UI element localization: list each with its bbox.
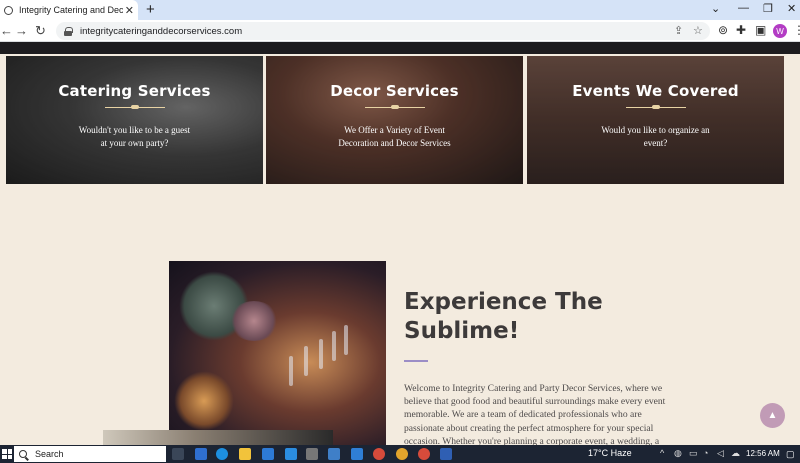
search-label: Search [35, 449, 64, 459]
scroll-to-top-button[interactable]: ▲ [760, 403, 785, 428]
restore-button[interactable]: ❐ [763, 2, 773, 15]
mail-icon[interactable] [285, 448, 297, 460]
chevron-down-icon[interactable]: ⌄ [711, 2, 720, 15]
weather-widget[interactable]: 17°C Haze [588, 448, 632, 458]
chevron-up-icon[interactable]: ^ [660, 448, 664, 458]
forward-button[interactable]: → [15, 23, 28, 38]
taskbar-search[interactable]: Search [14, 446, 166, 462]
window-close-button[interactable]: ✕ [787, 2, 796, 15]
card-events-covered[interactable]: Events We Covered Would you like to orga… [527, 56, 784, 184]
reload-button[interactable]: ↻ [35, 23, 46, 39]
banquet-table-image [169, 261, 386, 445]
search-icon [19, 450, 27, 458]
card-divider [104, 105, 165, 109]
card-title: Decor Services [330, 82, 459, 100]
widgets-icon[interactable] [195, 448, 207, 460]
wifi-icon[interactable]: ◔ [703, 448, 708, 458]
card-catering-services[interactable]: Catering Services Wouldn't you like to b… [6, 56, 263, 184]
menu-icon[interactable]: ⋮ [793, 23, 800, 37]
address-bar[interactable]: integritycateringanddecorservices.com ⇪ … [56, 22, 710, 40]
web-page: Catering Services Wouldn't you like to b… [0, 42, 800, 445]
app-icon-2[interactable] [328, 448, 340, 460]
card-text: Would you like to organize an event? [601, 125, 710, 148]
network-icon[interactable]: ◍ [674, 448, 682, 459]
title-underline [404, 360, 428, 362]
task-view-icon[interactable] [172, 448, 184, 460]
section-title: Experience The Sublime! [404, 289, 603, 344]
taskbar-clock[interactable]: 12:56 AM [746, 449, 780, 458]
card-text: We Offer a Variety of Event Decoration a… [338, 125, 451, 148]
close-icon[interactable]: ✕ [125, 4, 134, 17]
hero-strip [0, 42, 800, 54]
windows-start-icon[interactable] [2, 449, 12, 459]
tab-title: Integrity Catering and Decor Se [19, 5, 123, 15]
puzzle-icon[interactable]: ✚ [736, 23, 746, 37]
thumbnail-image [103, 430, 333, 445]
share-icon[interactable]: ⇪ [674, 24, 683, 37]
word-icon[interactable] [440, 448, 452, 460]
card-title: Catering Services [58, 82, 211, 100]
cloud-icon[interactable]: ☁ [731, 448, 740, 459]
battery-icon[interactable]: ▭ [689, 448, 698, 459]
chrome-icon[interactable] [373, 448, 385, 460]
store-icon[interactable] [262, 448, 274, 460]
browser-tab[interactable]: Integrity Catering and Decor Se ✕ [0, 0, 138, 20]
file-explorer-icon[interactable] [239, 448, 251, 460]
profile-avatar[interactable]: W [773, 24, 787, 38]
minimize-button[interactable]: — [738, 2, 749, 14]
card-divider [625, 105, 686, 109]
card-divider [364, 105, 425, 109]
lock-icon[interactable] [64, 26, 73, 36]
extension-badge-icon[interactable]: ⊚ [718, 23, 728, 37]
section-body-text: Welcome to Integrity Catering and Party … [404, 383, 666, 445]
taskbar: Search 17°C Haze ^ ◍ ▭ ◔ ◁ ☁ 12:56 AM ▢ [0, 445, 800, 463]
speaker-icon[interactable]: ◁ [717, 448, 724, 459]
globe-icon [4, 5, 13, 15]
back-button[interactable]: ← [0, 23, 13, 38]
card-title: Events We Covered [572, 82, 739, 100]
vscode-icon[interactable] [351, 448, 363, 460]
app-icon[interactable] [306, 448, 318, 460]
new-tab-button[interactable]: + [146, 1, 155, 18]
chrome-canary-icon[interactable] [396, 448, 408, 460]
edge-icon[interactable] [216, 448, 228, 460]
chevron-up-icon: ▲ [767, 410, 778, 421]
sidepanel-icon[interactable]: ▣ [755, 23, 766, 37]
url-text: integritycateringanddecorservices.com [80, 25, 243, 37]
card-decor-services[interactable]: Decor Services We Offer a Variety of Eve… [266, 56, 523, 184]
chrome-icon-2[interactable] [418, 448, 430, 460]
browser-toolbar: ← → ↻ integritycateringanddecorservices.… [0, 20, 800, 42]
card-text: Wouldn't you like to be a guest at your … [78, 125, 191, 148]
star-icon[interactable]: ☆ [693, 24, 703, 37]
browser-tab-strip: Integrity Catering and Decor Se ✕ + ⌄ — … [0, 0, 800, 20]
notification-icon[interactable]: ▢ [786, 449, 795, 460]
